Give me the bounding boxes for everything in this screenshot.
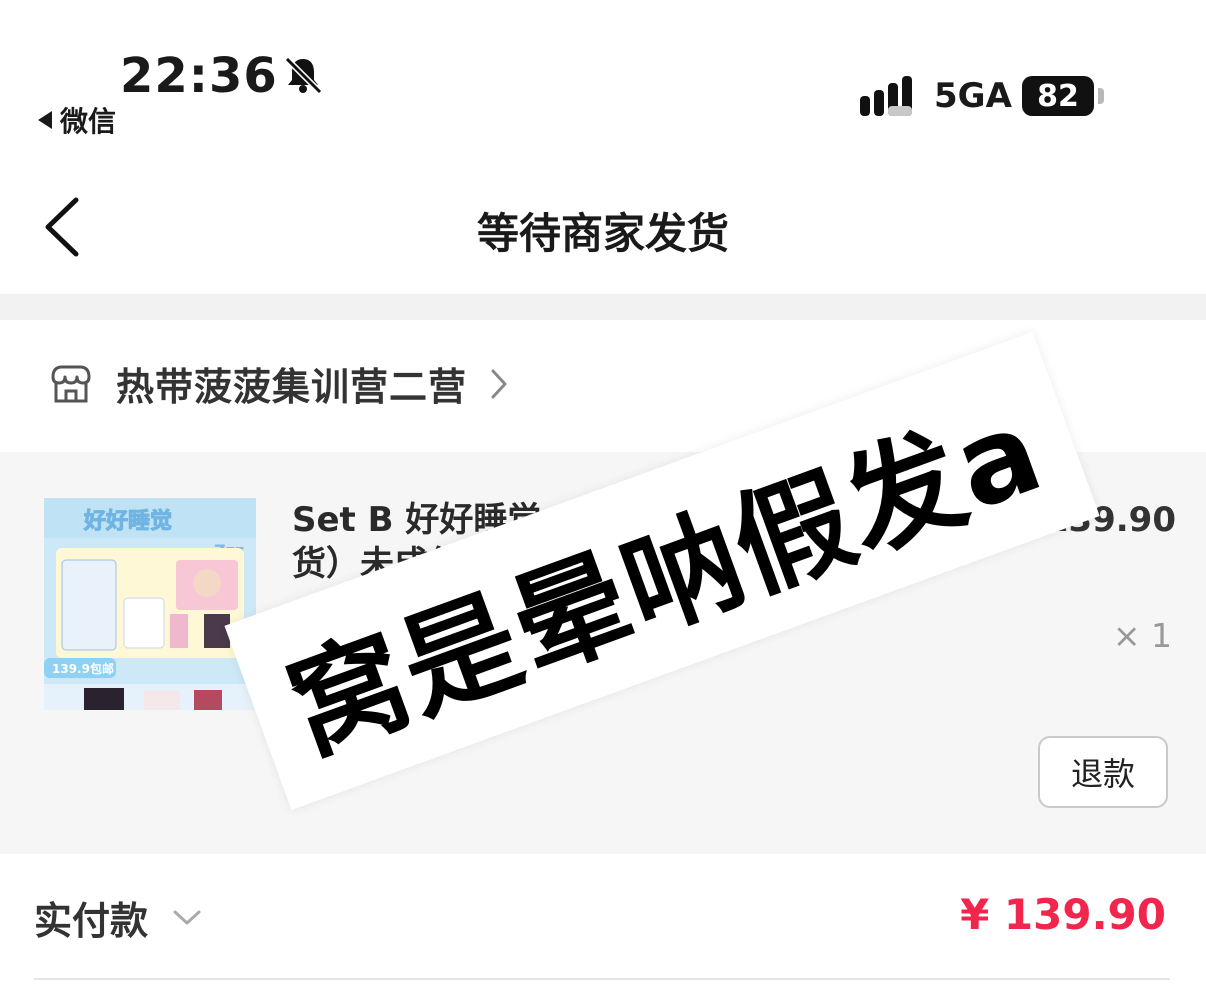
product-quantity: × 1 — [1112, 616, 1172, 655]
network-label: 5GA — [934, 76, 1012, 116]
bell-muted-icon — [284, 56, 323, 95]
signal-icon — [860, 76, 912, 116]
page-title: 等待商家发货 — [476, 209, 729, 258]
return-to-app[interactable]: 微信 — [38, 100, 116, 140]
battery-nub — [1098, 88, 1104, 104]
product-thumbnail[interactable]: 好好睡觉 Zzz 139.9包邮 — [44, 498, 256, 710]
payment-row[interactable]: 实付款 — [34, 890, 202, 945]
image-banner-text: 好好睡觉 — [83, 508, 172, 534]
store-icon — [51, 365, 91, 402]
battery-indicator: 82 — [1022, 76, 1094, 116]
divider — [34, 978, 1170, 980]
section-gap — [0, 294, 1206, 320]
image-price-tag: 139.9包邮 — [52, 661, 114, 676]
chevron-right-icon — [491, 369, 507, 398]
shop-name: 热带菠菠集训营二营 — [116, 365, 468, 409]
chevron-down-icon — [173, 910, 201, 924]
refund-button[interactable]: 退款 — [1038, 736, 1168, 808]
return-app-label: 微信 — [60, 105, 117, 138]
product-image: 好好睡觉 Zzz 139.9包邮 — [44, 498, 256, 710]
payment-label: 实付款 — [34, 899, 149, 943]
shop-row[interactable]: 热带菠菠集训营二营 — [48, 356, 509, 411]
payment-amount: ¥ 139.90 — [960, 890, 1166, 939]
back-triangle-icon — [38, 111, 52, 129]
status-time: 22:36 — [120, 48, 278, 104]
